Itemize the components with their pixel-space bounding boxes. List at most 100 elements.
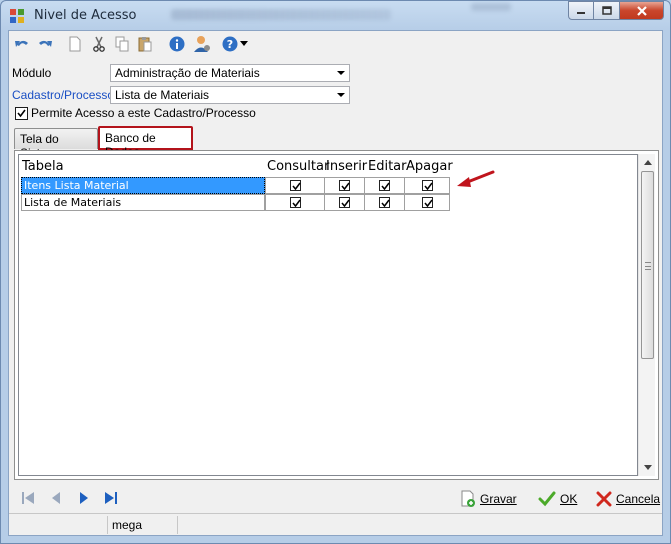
cancela-button[interactable]: Cancela [596,488,660,510]
redo-button[interactable] [36,35,54,53]
title-bar[interactable]: Nivel de Acesso [1,1,670,29]
chevron-down-icon [337,93,345,97]
table-cell-consultar[interactable] [265,194,325,211]
help-button[interactable]: ? [221,35,239,53]
paste-icon [138,37,152,52]
user-button[interactable] [193,35,211,53]
table-cell-editar[interactable] [364,194,405,211]
permite-row: Permite Acesso a este Cadastro/Processo [15,106,256,120]
table-cell-apagar[interactable] [404,177,450,194]
permite-checkbox[interactable] [15,106,28,120]
consultar-checkbox[interactable] [289,180,301,191]
redo-icon [39,40,52,47]
svg-text:?: ? [227,38,233,51]
last-icon [105,492,117,504]
gravar-label: Gravar [480,492,517,506]
status-user: mega [108,516,178,534]
new-document-icon [69,36,81,52]
tab-banco-de-dados[interactable]: Banco de Dados [98,126,193,159]
status-panel-empty [9,516,108,534]
table-cell-editar[interactable] [364,177,405,194]
column-header-consultar[interactable]: Consultar [267,159,329,174]
modulo-label: Módulo [12,66,52,80]
column-header-tabela[interactable]: Tabela [22,159,64,174]
cadastro-select[interactable]: Lista de Materiais [110,86,350,104]
column-header-apagar[interactable]: Apagar [406,159,453,174]
ok-button[interactable]: OK [538,488,577,510]
cut-button[interactable] [90,35,108,53]
apagar-checkbox[interactable] [421,180,433,191]
scroll-up-button[interactable] [639,154,656,171]
bottom-bar: Gravar OK Cancela [9,483,662,513]
title-obscured-text-2 [471,3,511,11]
help-icon: ? [222,36,238,52]
next-icon [80,492,88,504]
cadastro-value: Lista de Materiais [115,88,210,102]
column-header-inserir[interactable]: Inserir [326,159,367,174]
user-icon [194,36,210,52]
paste-button[interactable] [136,35,154,53]
modulo-value: Administração de Materiais [115,66,260,80]
copy-icon [115,36,129,52]
editar-checkbox[interactable] [379,197,390,208]
last-record-button[interactable] [102,489,120,507]
first-icon [22,492,34,504]
scroll-down-button[interactable] [639,459,656,476]
table-cell-tabela[interactable]: Itens Lista Material [21,177,265,194]
first-record-button[interactable] [19,489,37,507]
chevron-down-icon [643,465,652,470]
caption-buttons [568,1,664,20]
check-icon [17,109,26,117]
cancel-icon [596,491,612,507]
cancela-label: Cancela [616,492,661,506]
modulo-select[interactable]: Administração de Materiais [110,64,350,82]
minimize-icon [577,11,585,14]
check-icon [423,182,433,191]
client-area: ? Módulo Administração de Materiais Cada… [8,30,663,536]
cadastro-label[interactable]: Cadastro/Processo [12,88,114,102]
table-cell-inserir[interactable] [324,194,365,211]
next-record-button[interactable] [75,489,93,507]
editar-checkbox[interactable] [379,180,390,191]
new-document-button[interactable] [66,35,84,53]
apagar-checkbox[interactable] [421,197,433,208]
permissions-grid[interactable]: Tabela Consultar Inserir Editar Apagar I… [18,154,638,476]
copy-button[interactable] [113,35,131,53]
consultar-checkbox[interactable] [289,197,301,208]
gravar-button[interactable]: Gravar [459,488,517,510]
close-button[interactable] [620,1,664,20]
previous-record-button[interactable] [47,489,65,507]
title-obscured-text [171,9,391,20]
chevron-up-icon [643,160,652,165]
maximize-button[interactable] [594,1,620,20]
undo-icon [15,40,28,47]
help-dropdown-button[interactable] [239,35,249,53]
chevron-down-icon [337,71,345,75]
close-icon [636,5,647,16]
info-button[interactable] [168,35,186,53]
vertical-scrollbar[interactable] [638,154,655,476]
minimize-button[interactable] [568,1,594,20]
check-icon [341,199,350,208]
undo-button[interactable] [13,35,31,53]
check-icon [381,182,390,191]
tab-panel: Tabela Consultar Inserir Editar Apagar I… [14,150,659,480]
table-cell-inserir[interactable] [324,177,365,194]
window-title: Nivel de Acesso [34,8,137,23]
tab-tela-do-sistema[interactable]: Tela do Sistema [14,128,98,160]
table-cell-apagar[interactable] [404,194,450,211]
ok-label: OK [560,492,578,506]
column-header-editar[interactable]: Editar [368,159,407,174]
scrollbar-thumb[interactable] [641,171,654,359]
table-cell-consultar[interactable] [265,177,325,194]
inserir-checkbox[interactable] [339,180,350,191]
table-cell-tabela[interactable]: Lista de Materiais [21,194,265,211]
check-icon [291,182,301,191]
inserir-checkbox[interactable] [339,197,350,208]
check-icon [538,491,556,507]
cut-icon [93,36,105,52]
app-window: Nivel de Acesso ? Módulo Administração d… [0,0,671,544]
check-icon [381,199,390,208]
permite-label: Permite Acesso a este Cadastro/Processo [31,106,256,120]
status-panel-extra [178,516,664,534]
